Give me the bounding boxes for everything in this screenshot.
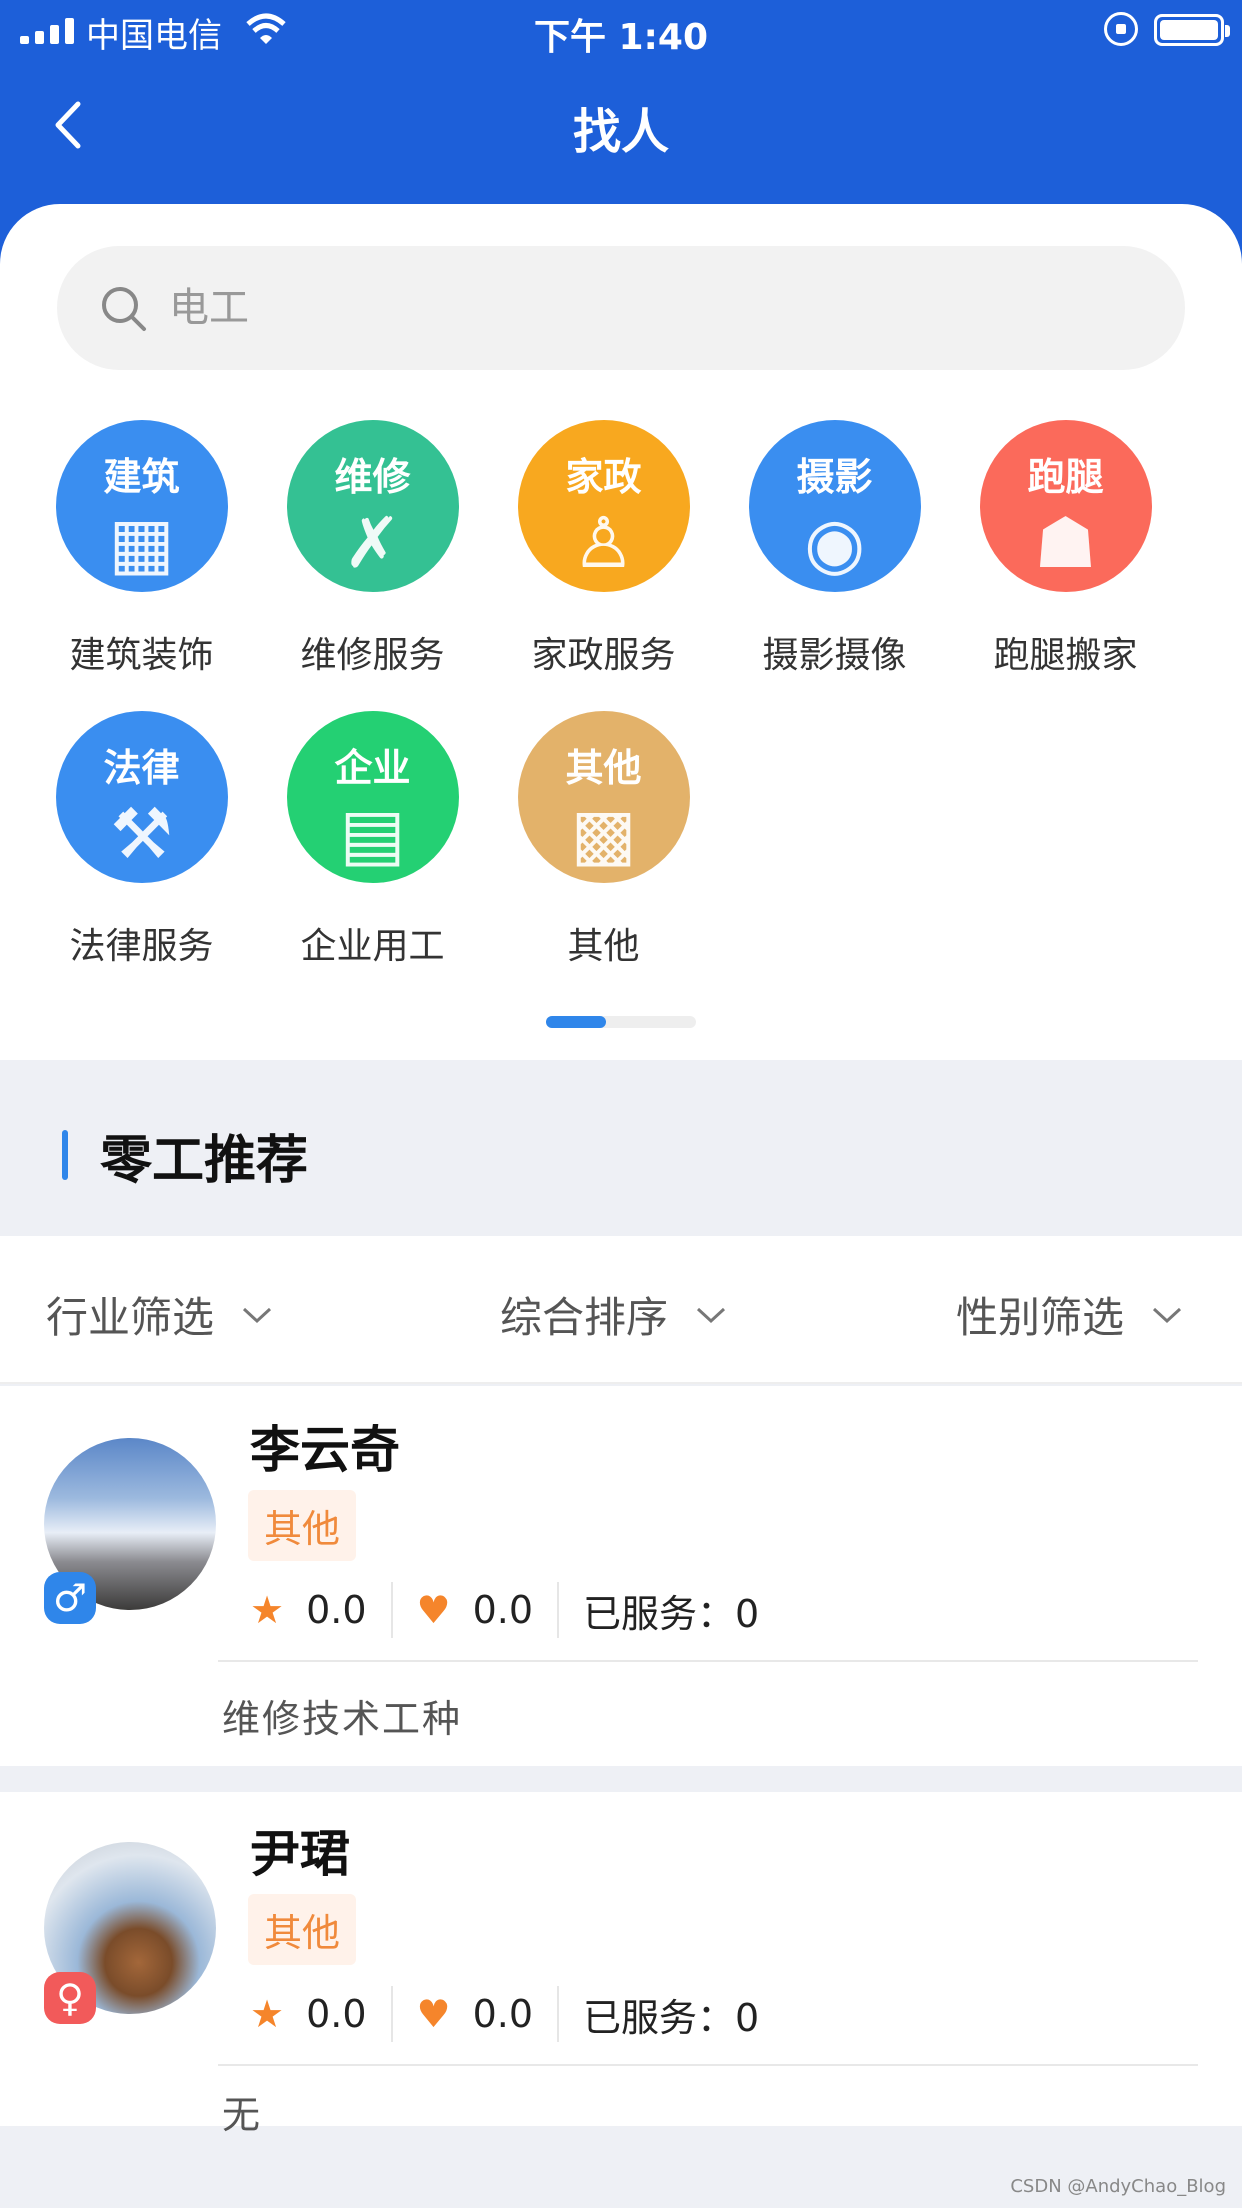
battery-icon: [1154, 14, 1230, 46]
heart-icon: ♥: [416, 1588, 451, 1632]
category-item-repair[interactable]: 维修 ✗ 维修服务: [257, 420, 488, 678]
category-label: 企业用工: [300, 926, 445, 967]
filter-label: 行业筛选: [46, 1293, 215, 1342]
category-item-errand[interactable]: 跑腿 ☗ 跑腿搬家: [950, 420, 1181, 678]
category-item-photography[interactable]: 摄影 ◉ 摄影摄像: [719, 420, 950, 678]
divider: [390, 1582, 393, 1638]
category-item-building[interactable]: 建筑 ▦ 建筑装饰: [26, 420, 257, 678]
category-badge: 法律 ⚒: [55, 711, 228, 883]
worker-name: 李云奇: [250, 1421, 400, 1479]
category-badge-text: 建筑: [103, 455, 180, 499]
favor-value: 0.0: [472, 1992, 534, 2036]
cleaner-icon: ♙: [572, 502, 635, 584]
camera-icon: ◉: [803, 502, 866, 584]
sort-filter[interactable]: 综合排序: [500, 1284, 726, 1345]
wrench-screwdriver-icon: ✗: [343, 502, 402, 584]
worker-stats: ★ 0.0 ♥ 0.0 已服务：0: [250, 1582, 759, 1638]
category-badge: 维修 ✗: [286, 420, 459, 592]
category-label: 跑腿搬家: [993, 635, 1138, 676]
female-icon: ♀: [44, 1972, 96, 2024]
company-icon: ▤: [339, 793, 406, 875]
page-indicator-active: [546, 1016, 606, 1028]
section-accent-bar: [62, 1130, 68, 1180]
favor-value: 0.0: [472, 1588, 534, 1632]
watermark: CSDN @AndyChao_Blog: [1010, 2176, 1226, 2197]
search-bar[interactable]: [57, 246, 1185, 370]
category-label: 其他: [567, 926, 640, 967]
category-badge: 摄影 ◉: [748, 420, 921, 592]
divider: [557, 1582, 560, 1638]
category-label: 维修服务: [300, 635, 445, 676]
filter-bar: 行业筛选 综合排序 性别筛选: [0, 1236, 1242, 1384]
rating-value: 0.0: [306, 1588, 367, 1632]
worker-name: 尹珺: [250, 1825, 350, 1883]
courier-icon: ☗: [1034, 502, 1097, 584]
category-label: 法律服务: [69, 926, 214, 967]
category-item-other[interactable]: 其他 ▩ 其他: [488, 711, 719, 969]
category-panel: 建筑 ▦ 建筑装饰 维修 ✗ 维修服务 家政 ♙ 家政服务 摄影 ◉ 摄影摄像: [0, 204, 1242, 1060]
worker-card[interactable]: ♂ 李云奇 其他 ★ 0.0 ♥ 0.0 已服务：0 维修技术工种: [0, 1386, 1242, 1766]
category-tag: 其他: [248, 1490, 357, 1561]
filter-label: 性别筛选: [956, 1293, 1125, 1342]
search-icon: [102, 287, 146, 331]
filter-label: 综合排序: [500, 1293, 669, 1342]
category-badge-text: 跑腿: [1027, 455, 1104, 499]
star-icon: ★: [250, 1588, 285, 1632]
search-input[interactable]: [169, 268, 1149, 348]
served-count: 已服务：0: [583, 1995, 760, 2040]
worker-description: 无: [222, 2093, 263, 2137]
category-item-legal[interactable]: 法律 ⚒ 法律服务: [26, 711, 257, 969]
clock: 下午 1:40: [533, 17, 709, 58]
category-label: 摄影摄像: [762, 635, 907, 676]
category-badge: 跑腿 ☗: [979, 420, 1152, 592]
category-badge-text: 企业: [334, 746, 411, 790]
category-badge-text: 维修: [334, 455, 411, 499]
category-item-enterprise[interactable]: 企业 ▤ 企业用工: [257, 711, 488, 969]
page-indicator: [546, 1016, 696, 1028]
chevron-down-icon: [1152, 1307, 1182, 1323]
served-count: 已服务：0: [583, 1591, 760, 1636]
male-icon: ♂: [44, 1572, 96, 1624]
worker-description: 维修技术工种: [222, 1697, 463, 1741]
category-badge-text: 其他: [565, 746, 642, 790]
category-badge: 家政 ♙: [517, 420, 690, 592]
divider: [390, 1986, 393, 2042]
divider: [218, 1660, 1198, 1662]
divider: [218, 2064, 1198, 2066]
section-title: 零工推荐: [100, 1131, 309, 1191]
section-header: 零工推荐: [0, 1060, 1242, 1236]
worker-card[interactable]: ♀ 尹珺 其他 ★ 0.0 ♥ 0.0 已服务：0 无: [0, 1792, 1242, 2137]
other-grid-icon: ▩: [570, 793, 637, 875]
gavel-icon: ⚒: [110, 793, 173, 875]
heart-icon: ♥: [416, 1992, 451, 2036]
category-badge: 企业 ▤: [286, 711, 459, 883]
category-label: 家政服务: [531, 635, 676, 676]
rotation-lock-icon: [1104, 12, 1138, 46]
chevron-down-icon: [242, 1307, 272, 1323]
worker-stats: ★ 0.0 ♥ 0.0 已服务：0: [250, 1986, 759, 2042]
status-bar: 中国电信 下午 1:40: [0, 0, 1242, 62]
category-badge: 其他 ▩: [517, 711, 690, 883]
chevron-down-icon: [696, 1307, 726, 1323]
category-badge: 建筑 ▦: [55, 420, 228, 592]
rating-value: 0.0: [306, 1992, 367, 2036]
category-tag: 其他: [248, 1894, 357, 1965]
category-item-housekeeping[interactable]: 家政 ♙ 家政服务: [488, 420, 719, 678]
category-badge-text: 摄影: [796, 455, 873, 499]
category-label: 建筑装饰: [69, 635, 214, 676]
category-badge-text: 家政: [565, 455, 642, 499]
page-title: 找人: [572, 104, 669, 160]
industry-filter[interactable]: 行业筛选: [46, 1284, 272, 1345]
gender-filter[interactable]: 性别筛选: [956, 1284, 1182, 1345]
building-icon: ▦: [108, 502, 175, 584]
category-badge-text: 法律: [103, 746, 180, 790]
divider: [557, 1986, 560, 2042]
star-icon: ★: [250, 1992, 285, 2036]
